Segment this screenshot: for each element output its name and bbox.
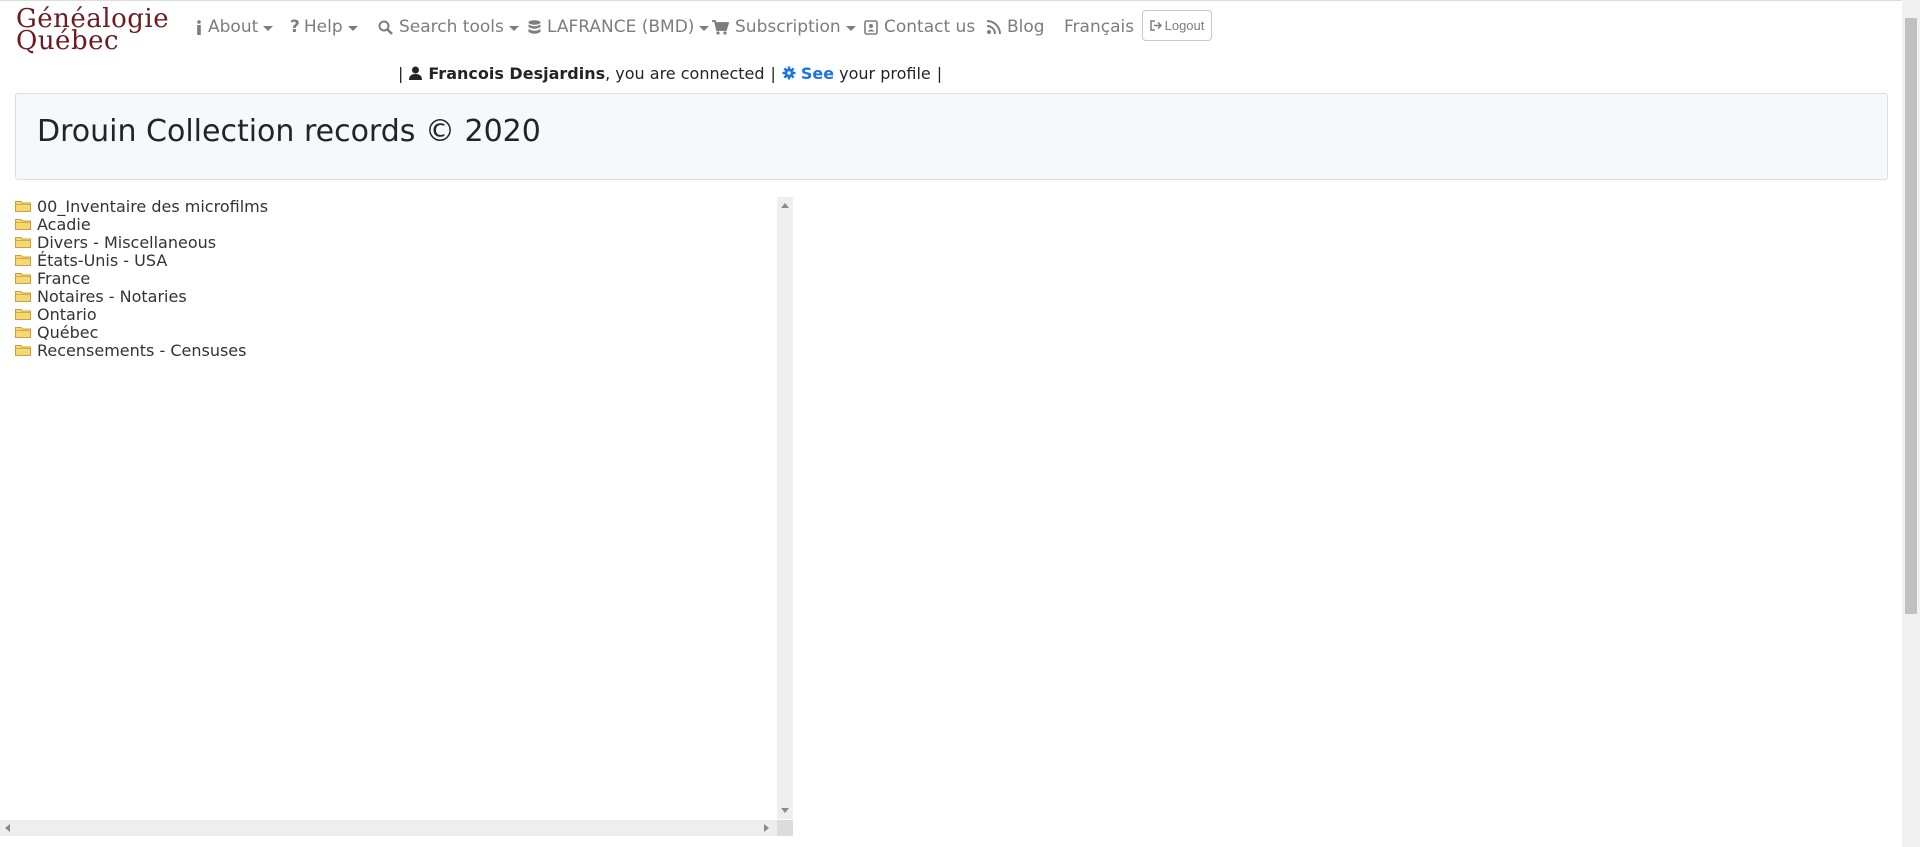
user-status-line: | Francois Desjardins , you are connecte…	[398, 62, 948, 84]
nav-lafrance[interactable]: LAFRANCE (BMD)	[528, 13, 710, 41]
tree-item-notaires[interactable]: Notaires - Notaries	[15, 286, 775, 306]
gear-icon[interactable]	[782, 66, 796, 80]
tree-item-label: France	[37, 268, 91, 288]
separator: |	[770, 63, 776, 83]
tree-item-france[interactable]: France	[15, 268, 775, 288]
tree-horizontal-scrollbar[interactable]	[0, 820, 777, 836]
tree-item-label: Ontario	[37, 304, 97, 324]
search-icon	[378, 20, 393, 35]
separator: |	[936, 63, 943, 83]
chevron-down-icon	[508, 25, 519, 31]
tree-item-inventaire[interactable]: 00_Inventaire des microfilms	[15, 196, 775, 216]
chevron-down-icon	[699, 25, 710, 31]
nav-language[interactable]: Français	[1064, 13, 1134, 41]
nav-contact-label: Contact us	[884, 17, 976, 37]
tree-item-label: 00_Inventaire des microfilms	[37, 196, 269, 216]
site-logo[interactable]: Généalogie Québec	[14, 2, 176, 56]
nav-lafrance-label: LAFRANCE (BMD)	[547, 17, 695, 37]
folder-icon	[15, 344, 31, 356]
folder-icon	[15, 272, 31, 284]
top-border	[0, 0, 1920, 1]
scrollbar-corner	[777, 820, 793, 836]
logout-label: Logout	[1164, 18, 1205, 33]
question-icon: ?	[290, 17, 300, 37]
tree-item-quebec[interactable]: Québec	[15, 322, 775, 342]
scroll-up-arrow-icon[interactable]	[781, 203, 789, 208]
folder-icon	[15, 326, 31, 338]
info-icon	[196, 19, 202, 35]
scroll-left-arrow-icon[interactable]	[5, 824, 10, 832]
logout-button[interactable]: Logout	[1142, 10, 1212, 41]
nav-language-label: Français	[1064, 17, 1135, 37]
sign-out-icon	[1149, 20, 1162, 31]
separator: |	[398, 63, 404, 83]
folder-icon	[15, 308, 31, 320]
profile-text: your profile	[839, 63, 931, 83]
scroll-down-arrow-icon[interactable]	[781, 808, 789, 813]
tree-item-label: Notaires - Notaries	[37, 286, 187, 306]
address-card-icon	[864, 19, 878, 35]
nav-about-label: About	[208, 17, 259, 37]
see-profile-link[interactable]: See	[801, 64, 834, 83]
tree-item-acadie[interactable]: Acadie	[15, 214, 775, 234]
chevron-down-icon	[845, 25, 856, 31]
page-scrollbar[interactable]	[1902, 0, 1920, 847]
nav-contact[interactable]: Contact us	[864, 13, 975, 41]
tree-item-ontario[interactable]: Ontario	[15, 304, 775, 324]
folder-icon	[15, 290, 31, 302]
nav-blog[interactable]: Blog	[986, 13, 1045, 41]
folder-icon	[15, 200, 31, 212]
connected-text: , you are connected	[605, 63, 765, 83]
cart-icon	[712, 19, 729, 35]
rss-icon	[986, 19, 1001, 35]
page-scrollbar-thumb[interactable]	[1905, 18, 1917, 614]
tree-item-label: Québec	[37, 322, 99, 342]
user-name: Francois Desjardins	[428, 63, 606, 83]
tree-item-label: Recensements - Censuses	[37, 340, 247, 360]
database-icon	[528, 19, 541, 35]
tree-vertical-scrollbar[interactable]	[777, 197, 793, 819]
title-panel: Drouin Collection records © 2020	[15, 93, 1888, 180]
page-title: Drouin Collection records © 2020	[37, 114, 541, 149]
folder-icon	[15, 218, 31, 230]
collection-tree: 00_Inventaire des microfilms Acadie Dive…	[15, 197, 775, 819]
logo-line-2: Québec	[16, 26, 120, 56]
scroll-right-arrow-icon[interactable]	[764, 824, 769, 832]
nav-about[interactable]: About	[196, 13, 274, 41]
nav-help-label: Help	[303, 17, 343, 37]
nav-search-tools[interactable]: Search tools	[378, 13, 519, 41]
tree-item-label: Acadie	[37, 214, 91, 234]
nav-subscription[interactable]: Subscription	[712, 13, 856, 41]
nav-subscription-label: Subscription	[735, 17, 841, 37]
user-icon	[409, 66, 423, 80]
tree-item-label: États-Unis - USA	[37, 250, 168, 270]
nav-search-tools-label: Search tools	[399, 17, 504, 37]
folder-icon	[15, 236, 31, 248]
tree-item-label: Divers - Miscellaneous	[37, 232, 217, 252]
tree-item-etats-unis[interactable]: États-Unis - USA	[15, 250, 775, 270]
nav-help[interactable]: ? Help	[290, 13, 358, 41]
tree-item-recensements[interactable]: Recensements - Censuses	[15, 340, 775, 360]
folder-icon	[15, 254, 31, 266]
chevron-down-icon	[263, 25, 274, 31]
chevron-down-icon	[347, 25, 358, 31]
tree-item-divers[interactable]: Divers - Miscellaneous	[15, 232, 775, 252]
nav-blog-label: Blog	[1007, 17, 1045, 37]
